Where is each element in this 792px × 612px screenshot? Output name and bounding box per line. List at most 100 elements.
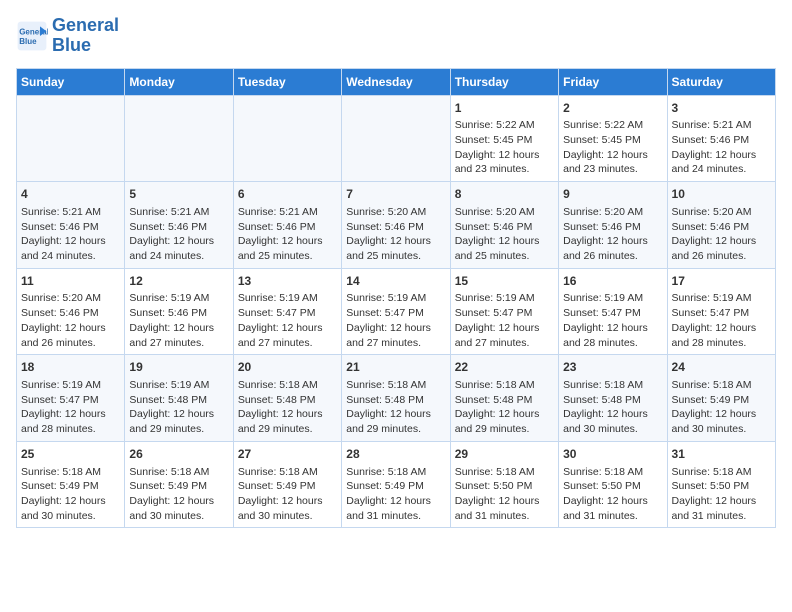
calendar-cell: 29 Sunrise: 5:18 AM Sunset: 5:50 PM Dayli… [450, 441, 558, 528]
calendar-cell: 30 Sunrise: 5:18 AM Sunset: 5:50 PM Dayli… [559, 441, 667, 528]
day-info: Sunrise: 5:18 AM Sunset: 5:50 PM Dayligh… [455, 466, 540, 522]
day-info: Sunrise: 5:18 AM Sunset: 5:49 PM Dayligh… [672, 379, 757, 435]
day-number: 17 [672, 273, 771, 290]
calendar-cell: 4Sunrise: 5:21 AM Sunset: 5:46 PM Daylig… [17, 182, 125, 269]
day-number: 12 [129, 273, 228, 290]
day-info: Sunrise: 5:18 AM Sunset: 5:48 PM Dayligh… [563, 379, 648, 435]
day-info: Sunrise: 5:19 AM Sunset: 5:47 PM Dayligh… [455, 292, 540, 348]
calendar-cell: 13Sunrise: 5:19 AM Sunset: 5:47 PM Dayli… [233, 268, 341, 355]
calendar-cell: 14 Sunrise: 5:19 AM Sunset: 5:47 PM Dayli… [342, 268, 450, 355]
day-number: 1 [455, 100, 554, 117]
calendar-cell [17, 95, 125, 182]
day-number: 25 [21, 446, 120, 463]
day-info: Sunrise: 5:19 AM Sunset: 5:47 PM Dayligh… [672, 292, 757, 348]
calendar-cell: 6 Sunrise: 5:21 AM Sunset: 5:46 PM Daylig… [233, 182, 341, 269]
calendar-cell: 8 Sunrise: 5:20 AM Sunset: 5:46 PM Daylig… [450, 182, 558, 269]
day-number: 29 [455, 446, 554, 463]
day-number: 3 [672, 100, 771, 117]
logo-icon: General Blue [16, 20, 48, 52]
day-info: Sunrise: 5:20 AM Sunset: 5:46 PM Dayligh… [346, 206, 431, 262]
col-header-thursday: Thursday [450, 68, 558, 95]
calendar-cell: 10 Sunrise: 5:20 AM Sunset: 5:46 PM Dayli… [667, 182, 775, 269]
calendar-cell: 16Sunrise: 5:19 AM Sunset: 5:47 PM Dayli… [559, 268, 667, 355]
calendar-week-5: 25 Sunrise: 5:18 AM Sunset: 5:49 PM Dayli… [17, 441, 776, 528]
day-info: Sunrise: 5:20 AM Sunset: 5:46 PM Dayligh… [455, 206, 540, 262]
day-info: Sunrise: 5:21 AM Sunset: 5:46 PM Dayligh… [672, 119, 757, 175]
calendar-cell: 9 Sunrise: 5:20 AM Sunset: 5:46 PM Daylig… [559, 182, 667, 269]
day-info: Sunrise: 5:19 AM Sunset: 5:47 PM Dayligh… [346, 292, 431, 348]
calendar-cell: 11 Sunrise: 5:20 AM Sunset: 5:46 PM Dayli… [17, 268, 125, 355]
svg-text:Blue: Blue [19, 37, 37, 46]
day-number: 23 [563, 359, 662, 376]
day-info: Sunrise: 5:20 AM Sunset: 5:46 PM Dayligh… [672, 206, 757, 262]
day-number: 8 [455, 186, 554, 203]
col-header-monday: Monday [125, 68, 233, 95]
day-number: 18 [21, 359, 120, 376]
calendar-cell: 17 Sunrise: 5:19 AM Sunset: 5:47 PM Dayli… [667, 268, 775, 355]
logo-text: General Blue [52, 16, 119, 56]
day-info: Sunrise: 5:21 AM Sunset: 5:46 PM Dayligh… [21, 206, 106, 262]
calendar-cell: 7Sunrise: 5:20 AM Sunset: 5:46 PM Daylig… [342, 182, 450, 269]
calendar-cell: 23 Sunrise: 5:18 AM Sunset: 5:48 PM Dayli… [559, 355, 667, 442]
day-info: Sunrise: 5:22 AM Sunset: 5:45 PM Dayligh… [455, 119, 540, 175]
day-info: Sunrise: 5:21 AM Sunset: 5:46 PM Dayligh… [238, 206, 323, 262]
day-info: Sunrise: 5:19 AM Sunset: 5:47 PM Dayligh… [21, 379, 106, 435]
day-info: Sunrise: 5:19 AM Sunset: 5:48 PM Dayligh… [129, 379, 214, 435]
col-header-saturday: Saturday [667, 68, 775, 95]
calendar-cell: 25 Sunrise: 5:18 AM Sunset: 5:49 PM Dayli… [17, 441, 125, 528]
calendar-cell: 27 Sunrise: 5:18 AM Sunset: 5:49 PM Dayli… [233, 441, 341, 528]
page-header: General Blue General Blue [16, 16, 776, 56]
day-number: 9 [563, 186, 662, 203]
day-number: 30 [563, 446, 662, 463]
day-info: Sunrise: 5:18 AM Sunset: 5:50 PM Dayligh… [563, 466, 648, 522]
col-header-wednesday: Wednesday [342, 68, 450, 95]
day-number: 19 [129, 359, 228, 376]
calendar-cell [342, 95, 450, 182]
day-info: Sunrise: 5:18 AM Sunset: 5:49 PM Dayligh… [346, 466, 431, 522]
day-info: Sunrise: 5:18 AM Sunset: 5:48 PM Dayligh… [455, 379, 540, 435]
day-info: Sunrise: 5:18 AM Sunset: 5:50 PM Dayligh… [672, 466, 757, 522]
day-number: 21 [346, 359, 445, 376]
day-info: Sunrise: 5:21 AM Sunset: 5:46 PM Dayligh… [129, 206, 214, 262]
calendar-cell: 24 Sunrise: 5:18 AM Sunset: 5:49 PM Dayli… [667, 355, 775, 442]
calendar-cell: 2 Sunrise: 5:22 AM Sunset: 5:45 PM Daylig… [559, 95, 667, 182]
day-number: 10 [672, 186, 771, 203]
calendar-cell: 1 Sunrise: 5:22 AM Sunset: 5:45 PM Daylig… [450, 95, 558, 182]
calendar-table: SundayMondayTuesdayWednesdayThursdayFrid… [16, 68, 776, 529]
day-number: 6 [238, 186, 337, 203]
day-info: Sunrise: 5:22 AM Sunset: 5:45 PM Dayligh… [563, 119, 648, 175]
day-number: 20 [238, 359, 337, 376]
day-number: 27 [238, 446, 337, 463]
day-number: 22 [455, 359, 554, 376]
day-info: Sunrise: 5:18 AM Sunset: 5:49 PM Dayligh… [238, 466, 323, 522]
calendar-cell: 19 Sunrise: 5:19 AM Sunset: 5:48 PM Dayli… [125, 355, 233, 442]
logo: General Blue General Blue [16, 16, 119, 56]
day-number: 15 [455, 273, 554, 290]
day-number: 5 [129, 186, 228, 203]
calendar-cell: 26Sunrise: 5:18 AM Sunset: 5:49 PM Dayli… [125, 441, 233, 528]
day-number: 2 [563, 100, 662, 117]
calendar-cell: 5 Sunrise: 5:21 AM Sunset: 5:46 PM Daylig… [125, 182, 233, 269]
day-info: Sunrise: 5:20 AM Sunset: 5:46 PM Dayligh… [21, 292, 106, 348]
calendar-week-1: 1 Sunrise: 5:22 AM Sunset: 5:45 PM Daylig… [17, 95, 776, 182]
day-info: Sunrise: 5:18 AM Sunset: 5:49 PM Dayligh… [129, 466, 214, 522]
day-info: Sunrise: 5:18 AM Sunset: 5:49 PM Dayligh… [21, 466, 106, 522]
day-info: Sunrise: 5:18 AM Sunset: 5:48 PM Dayligh… [346, 379, 431, 435]
calendar-cell: 12 Sunrise: 5:19 AM Sunset: 5:46 PM Dayli… [125, 268, 233, 355]
day-info: Sunrise: 5:19 AM Sunset: 5:47 PM Dayligh… [238, 292, 323, 348]
calendar-week-3: 11 Sunrise: 5:20 AM Sunset: 5:46 PM Dayli… [17, 268, 776, 355]
calendar-cell: 21 Sunrise: 5:18 AM Sunset: 5:48 PM Dayli… [342, 355, 450, 442]
day-info: Sunrise: 5:19 AM Sunset: 5:47 PM Dayligh… [563, 292, 648, 348]
day-info: Sunrise: 5:20 AM Sunset: 5:46 PM Dayligh… [563, 206, 648, 262]
calendar-cell: 15 Sunrise: 5:19 AM Sunset: 5:47 PM Dayli… [450, 268, 558, 355]
day-info: Sunrise: 5:18 AM Sunset: 5:48 PM Dayligh… [238, 379, 323, 435]
day-number: 24 [672, 359, 771, 376]
col-header-tuesday: Tuesday [233, 68, 341, 95]
col-header-sunday: Sunday [17, 68, 125, 95]
day-number: 14 [346, 273, 445, 290]
calendar-cell: 22 Sunrise: 5:18 AM Sunset: 5:48 PM Dayli… [450, 355, 558, 442]
day-info: Sunrise: 5:19 AM Sunset: 5:46 PM Dayligh… [129, 292, 214, 348]
calendar-week-2: 4Sunrise: 5:21 AM Sunset: 5:46 PM Daylig… [17, 182, 776, 269]
day-number: 11 [21, 273, 120, 290]
col-header-friday: Friday [559, 68, 667, 95]
